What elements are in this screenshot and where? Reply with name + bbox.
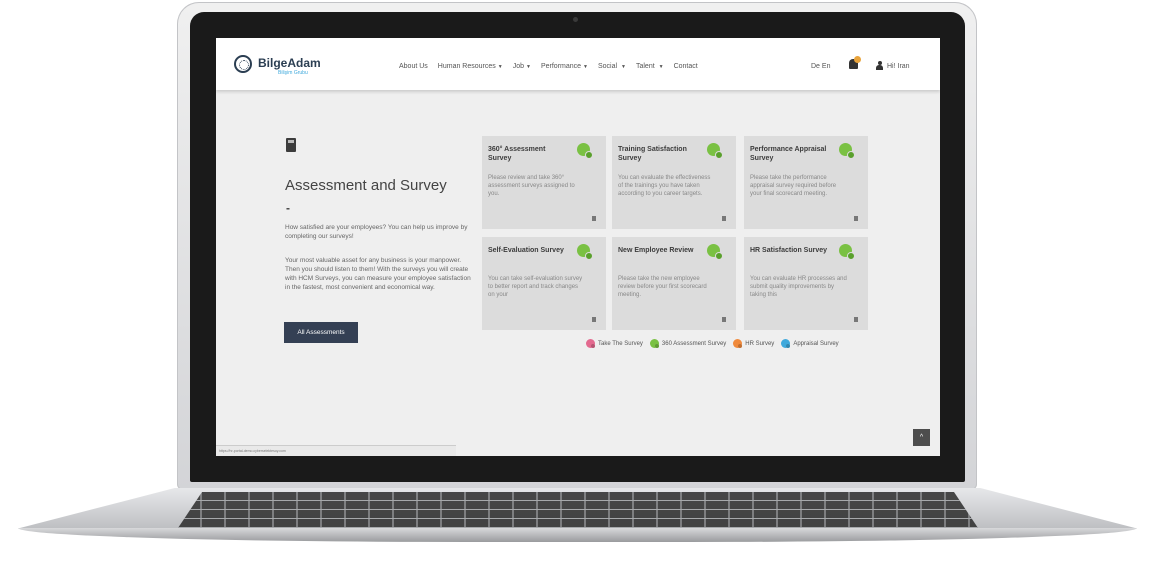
caret-down-icon: ▼ bbox=[621, 64, 626, 70]
caret-down-icon: ▼ bbox=[526, 64, 531, 70]
legend-take-survey: Take The Survey bbox=[586, 339, 643, 348]
laptop-base bbox=[18, 488, 1137, 548]
nav-social[interactable]: Social ▼ bbox=[598, 63, 626, 75]
main-nav: About Us Human Resources ▼ Job ▼ Performan… bbox=[399, 63, 708, 75]
card-desc: You can evaluate HR processes and submit… bbox=[750, 276, 847, 298]
caret-down-icon: ▼ bbox=[583, 64, 588, 70]
legend-appraisal-survey: Appraisal Survey bbox=[781, 339, 839, 348]
language-switch: De En bbox=[811, 63, 830, 70]
screen: BilgeAdam Bilişim Grubu About Us Human R… bbox=[216, 38, 940, 456]
card-title: HR Satisfaction Survey bbox=[750, 247, 828, 254]
intro-text-2: Your most valuable asset for any busines… bbox=[285, 257, 471, 291]
survey-badge-icon bbox=[839, 143, 855, 159]
title-dash: - bbox=[286, 201, 290, 215]
card-title: Performance Appraisal Survey bbox=[750, 146, 827, 162]
card-title: 360° Assessment Survey bbox=[488, 146, 546, 162]
card-desc: Please take the new employee review befo… bbox=[618, 276, 707, 298]
lang-en[interactable]: En bbox=[822, 63, 831, 70]
survey-card-hr-satisfaction[interactable]: HR Satisfaction Survey You can evaluate … bbox=[744, 237, 868, 330]
appraisal-survey-icon bbox=[781, 339, 791, 348]
survey-card-new-employee[interactable]: New Employee Review Please take the new … bbox=[612, 237, 736, 330]
logo-text[interactable]: BilgeAdam bbox=[258, 56, 321, 70]
card-title: Self-Evaluation Survey bbox=[488, 247, 564, 254]
legend-hr-survey: HR Survey bbox=[733, 339, 774, 348]
card-desc: You can evaluate the effectiveness of th… bbox=[618, 175, 711, 197]
survey-badge-icon bbox=[577, 244, 593, 260]
card-corner-icon bbox=[722, 317, 726, 322]
nav-performance[interactable]: Performance ▼ bbox=[541, 63, 588, 75]
card-desc: Please review and take 360° assessment s… bbox=[488, 175, 575, 197]
legend-360-assessment: 360 Assessment Survey bbox=[649, 339, 726, 348]
survey-badge-icon bbox=[839, 244, 855, 260]
survey-badge-icon bbox=[577, 143, 593, 159]
nav-talent[interactable]: Talent ▼ bbox=[636, 63, 664, 75]
camera-icon bbox=[573, 17, 578, 22]
360-assessment-icon bbox=[649, 339, 659, 348]
survey-card-training[interactable]: Training Satisfaction Survey You can eva… bbox=[612, 136, 736, 229]
hr-survey-icon bbox=[733, 339, 743, 348]
scroll-to-top-button[interactable]: ^ bbox=[913, 429, 930, 446]
survey-card-360[interactable]: 360° Assessment Survey Please review and… bbox=[482, 136, 606, 229]
caret-down-icon: ▼ bbox=[658, 64, 664, 70]
status-bar-url: https://hr-portal-demo.cyberselektesoy.c… bbox=[216, 445, 456, 456]
notification-badge bbox=[854, 56, 861, 63]
all-assessments-button[interactable]: All Assessments bbox=[284, 322, 358, 343]
nav-human-resources[interactable]: Human Resources ▼ bbox=[438, 63, 503, 75]
take-survey-icon bbox=[586, 339, 595, 348]
lang-de[interactable]: De bbox=[811, 63, 820, 70]
user-greeting[interactable]: Hi! Iran bbox=[887, 63, 910, 70]
calculator-icon bbox=[286, 138, 296, 152]
laptop-lip bbox=[18, 528, 1137, 542]
card-title: Training Satisfaction Survey bbox=[618, 146, 687, 162]
nav-contact[interactable]: Contact bbox=[674, 63, 698, 75]
survey-card-self-evaluation[interactable]: Self-Evaluation Survey You can take self… bbox=[482, 237, 606, 330]
card-corner-icon bbox=[854, 317, 858, 322]
survey-badge-icon bbox=[707, 143, 723, 159]
card-corner-icon bbox=[722, 216, 726, 221]
nav-about-us[interactable]: About Us bbox=[399, 63, 428, 75]
site-header: BilgeAdam Bilişim Grubu About Us Human R… bbox=[216, 38, 940, 90]
card-corner-icon bbox=[854, 216, 858, 221]
card-title: New Employee Review bbox=[618, 247, 694, 254]
intro-text: How satisfied are your employees? You ca… bbox=[285, 224, 468, 240]
nav-job[interactable]: Job ▼ bbox=[513, 63, 531, 75]
user-icon[interactable] bbox=[876, 61, 883, 70]
card-desc: You can take self-evaluation survey to b… bbox=[488, 276, 583, 298]
survey-card-performance[interactable]: Performance Appraisal Survey Please take… bbox=[744, 136, 868, 229]
card-corner-icon bbox=[592, 317, 596, 322]
logo-icon[interactable] bbox=[234, 55, 252, 73]
page-title: Assessment and Survey bbox=[285, 177, 447, 194]
survey-legend: Take The Survey 360 Assessment Survey HR… bbox=[586, 339, 846, 348]
card-desc: Please take the performance appraisal su… bbox=[750, 175, 837, 197]
logo-subtitle: Bilişim Grubu bbox=[278, 70, 308, 76]
card-corner-icon bbox=[592, 216, 596, 221]
keyboard-rows bbox=[178, 492, 978, 528]
survey-badge-icon bbox=[707, 244, 723, 260]
caret-down-icon: ▼ bbox=[497, 64, 503, 70]
